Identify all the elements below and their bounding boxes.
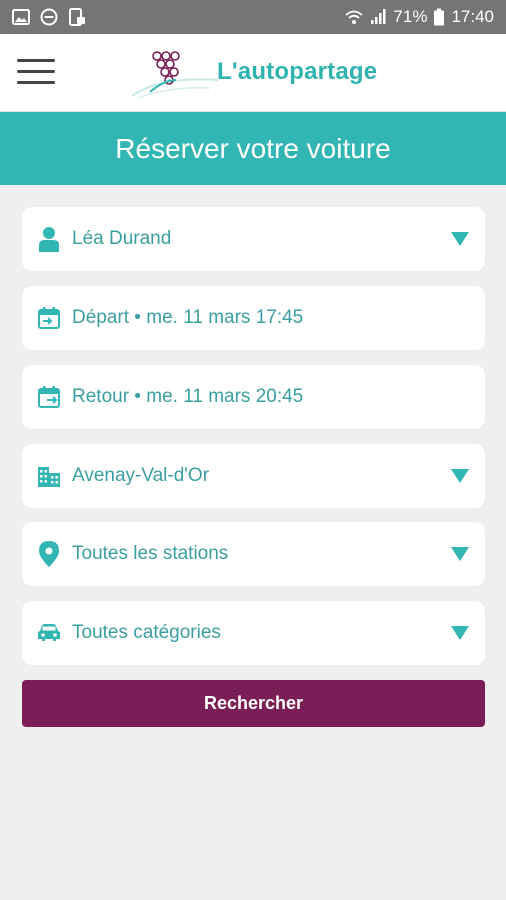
chevron-down-icon	[451, 232, 469, 246]
image-icon	[12, 9, 30, 25]
user-selector[interactable]: Léa Durand	[22, 207, 485, 271]
status-bar-right: 71% 17:40	[345, 7, 494, 27]
phone-lock-icon	[69, 8, 85, 26]
wifi-icon	[345, 10, 364, 24]
minus-circle-icon	[40, 8, 58, 26]
battery-icon	[434, 8, 445, 26]
status-bar: 71% 17:40	[0, 0, 506, 34]
page-title: Réserver votre voiture	[0, 112, 506, 185]
person-icon	[38, 226, 60, 252]
departure-datetime[interactable]: Départ • me. 11 mars 17:45	[22, 286, 485, 350]
station-label: Toutes les stations	[72, 543, 229, 564]
station-selector[interactable]: Toutes les stations	[22, 522, 485, 586]
map-pin-icon	[38, 541, 60, 567]
status-bar-left	[12, 8, 86, 26]
category-label: Toutes catégories	[72, 622, 221, 643]
search-button[interactable]: Rechercher	[22, 680, 485, 727]
hamburger-icon[interactable]	[17, 59, 55, 87]
clock: 17:40	[451, 7, 494, 26]
departure-label: Départ • me. 11 mars 17:45	[72, 307, 304, 328]
signal-icon	[371, 9, 386, 24]
brand-name: L'autopartage	[217, 58, 378, 85]
app-header: L'autopartage	[0, 34, 506, 112]
chevron-down-icon	[451, 547, 469, 561]
grapes-logo	[131, 51, 219, 99]
calendar-arrow-out-icon	[38, 384, 60, 410]
chevron-down-icon	[451, 626, 469, 640]
chevron-down-icon	[451, 469, 469, 483]
buildings-icon	[38, 463, 60, 489]
return-datetime[interactable]: Retour • me. 11 mars 20:45	[22, 365, 485, 429]
return-label: Retour • me. 11 mars 20:45	[72, 386, 304, 407]
category-selector[interactable]: Toutes catégories	[22, 601, 485, 665]
city-selector[interactable]: Avenay-Val-d'Or	[22, 444, 485, 508]
car-icon	[38, 620, 60, 646]
user-name: Léa Durand	[72, 228, 172, 249]
battery-percent: 71%	[393, 7, 428, 26]
city-label: Avenay-Val-d'Or	[72, 465, 210, 486]
calendar-arrow-in-icon	[38, 305, 60, 331]
